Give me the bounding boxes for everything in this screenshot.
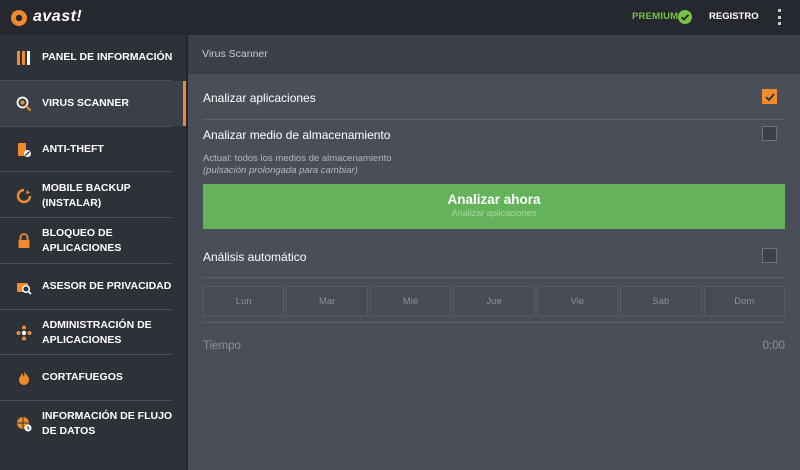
day-toggle-mon[interactable]: Lun [203,286,285,316]
sidebar-item-virus-scanner[interactable]: VIRUS SCANNER [0,81,186,126]
scan-apps-label: Analizar aplicaciones [203,91,316,105]
sidebar-item-app-lock[interactable]: BLOQUEO DE APLICACIONES [0,218,186,263]
day-toggle-sun[interactable]: Dom [703,286,785,316]
sidebar-item-panel[interactable]: PANEL DE INFORMACIÓN [0,35,186,80]
day-toggle-sat[interactable]: Sáb [620,286,702,316]
avast-logo: avast! [8,5,82,29]
main-panel: Virus Scanner Analizar aplicaciones Anal… [188,35,800,470]
scan-now-sublabel: Analizar aplicaciones [451,208,537,218]
scan-now-label: Analizar ahora [447,192,541,207]
section-title: Virus Scanner [202,48,268,60]
scan-now-button[interactable]: Analizar ahora Analizar aplicaciones [203,184,785,229]
apps-admin-icon [15,324,33,342]
sidebar-item-firewall[interactable]: CORTAFUEGOS [0,355,186,400]
sidebar-item-mobile-backup[interactable]: MOBILE BACKUP (INSTALAR) [0,173,186,218]
day-toggle-wed[interactable]: Mié [369,286,452,316]
divider [203,119,785,120]
backup-icon [15,187,33,205]
divider [203,277,785,278]
avast-logo-icon [11,10,27,26]
weekday-selector: Lun Mar Mié Jue Vie Sáb Dom [203,286,785,316]
sidebar-item-label: CORTAFUEGOS [42,371,123,383]
auto-scan-checkbox[interactable] [762,248,777,263]
premium-check-icon [678,10,692,24]
scan-storage-checkbox[interactable] [762,126,777,141]
day-toggle-fri[interactable]: Vie [536,286,619,316]
sidebar-item-privacy[interactable]: ASESOR DE PRIVACIDAD [0,264,186,309]
sidebar-item-label: MOBILE BACKUP (INSTALAR) [42,181,131,209]
lock-icon [15,232,33,250]
scan-icon [15,95,33,113]
avast-logo-text: avast! [33,8,83,25]
day-toggle-tue[interactable]: Mar [286,286,368,316]
privacy-icon [15,278,33,296]
sidebar-item-label: ANTI-THEFT [42,143,104,155]
divider [203,322,785,323]
dashboard-icon [15,49,33,67]
sidebar-item-label: INFORMACIÓN DE FLUJO DE DATOS [42,409,173,437]
sidebar: PANEL DE INFORMACIÓN VIRUS SCANNER ANTI-… [0,35,186,470]
sidebar-item-label: PANEL DE INFORMACIÓN [42,51,173,63]
data-flow-icon [15,415,33,433]
sidebar-item-label: ASESOR DE PRIVACIDAD [42,280,172,292]
firewall-icon [15,369,33,387]
registro-button[interactable]: REGISTRO [709,11,759,22]
time-label[interactable]: Tiempo [203,340,241,352]
overflow-menu-icon[interactable] [776,9,782,25]
top-bar: avast! PREMIUM REGISTRO [0,0,800,35]
auto-scan-label: Análisis automático [203,250,307,264]
sidebar-item-label: ADMINISTRACIÓN DE APLICACIONES [42,318,152,346]
sidebar-item-anti-theft[interactable]: ANTI-THEFT [0,127,186,172]
scan-apps-checkbox[interactable] [762,89,777,104]
sidebar-item-apps-admin[interactable]: ADMINISTRACIÓN DE APLICACIONES [0,310,186,355]
phone-theft-icon [15,141,33,159]
sidebar-item-label: BLOQUEO DE APLICACIONES [42,226,122,254]
storage-change-hint: (pulsación prolongada para cambiar) [203,165,358,176]
section-header: Virus Scanner [188,35,800,74]
premium-label: PREMIUM [632,11,679,22]
sidebar-item-data-flow[interactable]: INFORMACIÓN DE FLUJO DE DATOS [0,401,186,446]
sidebar-item-label: VIRUS SCANNER [42,97,129,109]
storage-current-hint: Actual: todos los medios de almacenamien… [203,153,392,164]
scan-storage-label: Analizar medio de almacenamiento [203,128,391,142]
time-value[interactable]: 0:00 [763,340,785,352]
day-toggle-thu[interactable]: Jue [453,286,535,316]
